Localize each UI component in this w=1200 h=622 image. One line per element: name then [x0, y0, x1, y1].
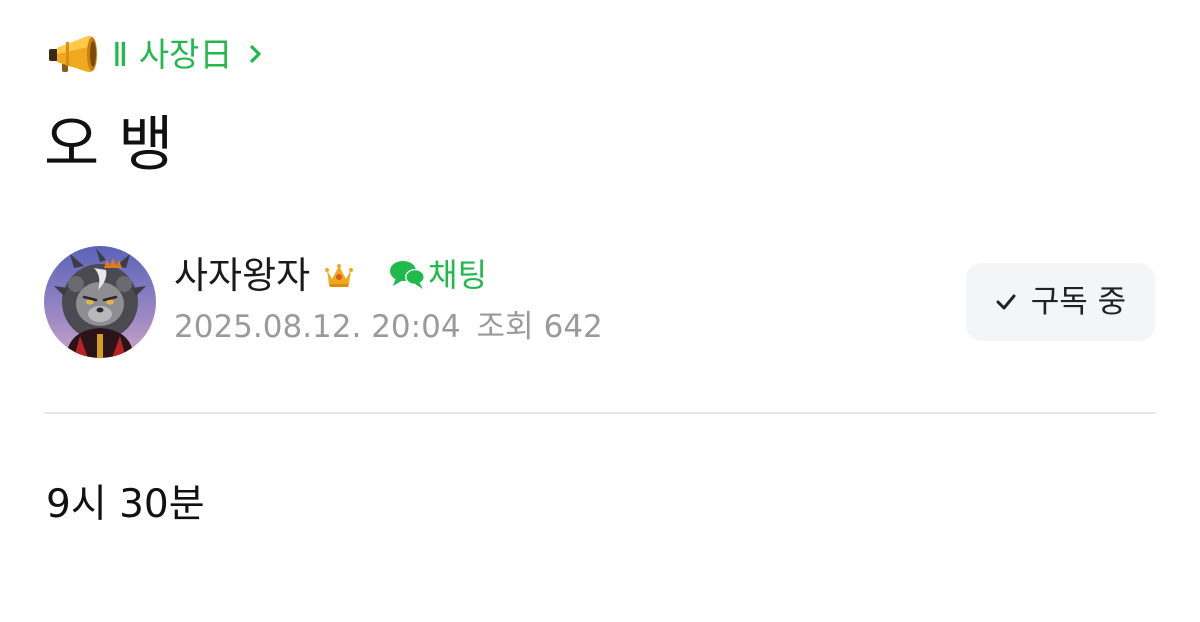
chat-label: 채팅: [428, 256, 488, 294]
post-meta: 2025.08.12. 20:04 조회 642: [174, 312, 603, 343]
subscribe-button[interactable]: 구독 중: [966, 263, 1155, 341]
author-name-row: 사자왕자 채팅: [174, 250, 487, 300]
author-name[interactable]: 사자왕자: [174, 257, 310, 294]
check-icon: [996, 294, 1016, 310]
views-label: 조회: [476, 309, 534, 345]
chevron-right-icon: [250, 45, 262, 63]
post-body: 9시 30분: [46, 482, 205, 527]
category-link[interactable]: Ⅱ 사장日: [46, 30, 264, 78]
crown-icon: [325, 264, 354, 287]
subscribe-label: 구독 중: [1030, 283, 1127, 320]
views-count: 642: [543, 309, 603, 345]
chat-link[interactable]: 채팅: [388, 258, 487, 292]
avatar[interactable]: [44, 246, 156, 358]
post-view: Ⅱ 사장日 오 뱅 사자왕자 채팅 2025.08.12. 20:04 조회 6…: [0, 0, 1200, 622]
post-date: 2025.08.12. 20:04: [174, 309, 461, 345]
chat-bubbles-icon: [390, 261, 426, 289]
megaphone-icon: [49, 35, 97, 73]
post-title: 오 뱅: [44, 110, 174, 180]
view-count: 조회 642: [477, 312, 603, 343]
category-label: Ⅱ 사장日: [112, 34, 233, 74]
divider: [44, 412, 1156, 414]
